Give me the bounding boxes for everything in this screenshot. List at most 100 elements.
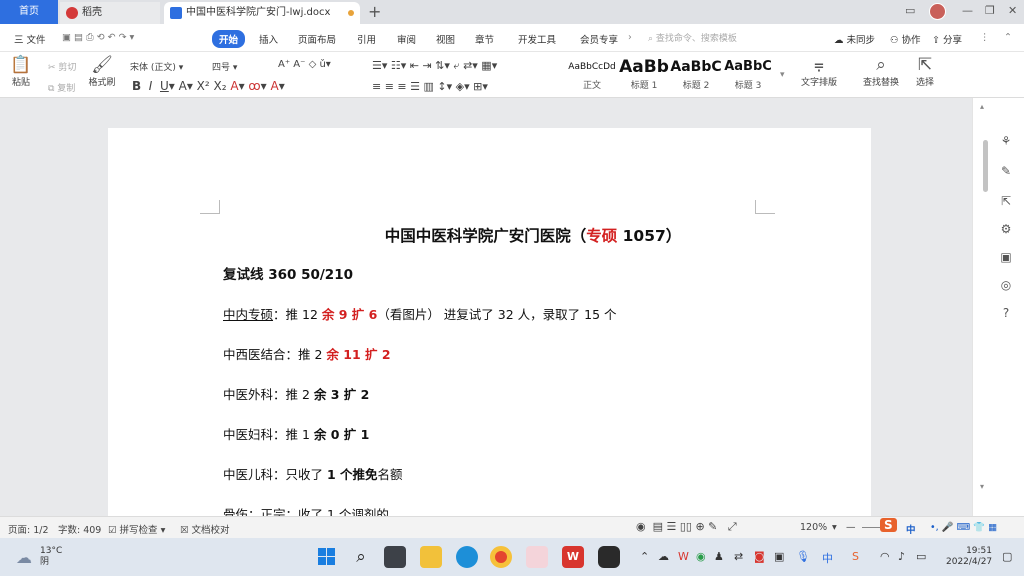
menu-tab-section[interactable]: 章节 (475, 32, 494, 46)
tray-app-icon[interactable]: ▣ (774, 550, 784, 563)
menu-tab-review[interactable]: 审阅 (397, 32, 416, 46)
assistant-icon[interactable]: ⚘ (999, 134, 1013, 148)
spell-check-toggle[interactable]: ☑ 拼写检查 ▾ (108, 522, 165, 536)
edit-pen-icon[interactable]: ✎ (999, 164, 1013, 178)
task-view-icon[interactable] (384, 546, 406, 568)
volume-icon[interactable]: ♪ (898, 550, 905, 563)
share-button[interactable]: ⇪ 分享 (932, 32, 962, 46)
margin-corner-right (755, 200, 775, 214)
spell-check-label: 拼写检查 (119, 525, 158, 536)
cloud-sync-icon[interactable]: ☁ (658, 550, 669, 563)
collapse-ribbon-icon[interactable]: ⌃ (1004, 32, 1012, 43)
sync-label: 未同步 (846, 35, 876, 46)
minimize-icon[interactable]: — (962, 4, 973, 17)
restore-icon[interactable]: ❐ (985, 4, 995, 17)
gynecology-remain: 余 0 扩 1 (313, 427, 370, 442)
menu-tab-developer[interactable]: 开发工具 (518, 32, 556, 46)
view-mode-icons[interactable]: ◉ ▤ ☰ ▯▯ ⊕ ✎ ⤢ (636, 520, 737, 534)
scroll-up-icon[interactable]: ▴ (980, 102, 984, 111)
menu-tab-view[interactable]: 视图 (436, 32, 455, 46)
wps-tray-icon[interactable]: W (678, 550, 689, 563)
screen-recorder-icon[interactable] (598, 546, 620, 568)
text-layout-button[interactable]: ⩦ 文字排版 (798, 55, 840, 88)
list-indent-icons[interactable]: ☰▾ ☷▾ ⇤ ⇥ ⇅▾ ⤶ ⇄▾ ▦▾ (372, 59, 497, 73)
menu-tab-references[interactable]: 引用 (357, 32, 376, 46)
quick-access-icons[interactable]: ▣ ▤ ⎙ ⟲ ↶ ↷ ▾ (62, 32, 134, 43)
style-heading-3[interactable]: AaBbC 标题 3 (722, 56, 774, 94)
menu-more-chevron-icon[interactable]: › (628, 32, 632, 43)
font-size-select[interactable]: 四号 ▾ (212, 60, 237, 73)
cut-button[interactable]: ✂ 剪切 (48, 60, 76, 73)
battery-icon[interactable]: ▭ (916, 550, 926, 563)
edge-browser-icon[interactable] (456, 546, 478, 568)
format-painter-button[interactable]: 🖌 格式刷 (86, 55, 118, 88)
weather-widget[interactable]: 13°C 阴 (40, 546, 62, 568)
command-search[interactable]: ⌕ 查找命令、搜索模板 (648, 31, 818, 45)
vertical-scrollbar[interactable]: ▴ ▾ (979, 102, 989, 512)
zoom-out-icon[interactable]: — (846, 522, 856, 533)
style-heading-1[interactable]: AaBb 标题 1 (618, 56, 670, 94)
image-tool-icon[interactable]: ▣ (999, 250, 1013, 264)
more-options-icon[interactable]: ⋮ (980, 32, 990, 43)
pinned-app-icon[interactable] (526, 546, 548, 568)
document-page[interactable]: 中国中医科学院广安门医院（专硕 1057） 复试线 360 50/210 中内专… (108, 128, 871, 516)
proofread-toggle[interactable]: ☒ 文档校对 (180, 522, 230, 536)
font-name-select[interactable]: 宋体 (正文) ▾ (130, 60, 208, 73)
ime-tray-indicator[interactable]: 中 (822, 550, 833, 566)
close-icon[interactable]: ✕ (1008, 4, 1017, 17)
wps-office-icon[interactable]: W (562, 546, 584, 568)
microphone-icon[interactable]: 🎙 (796, 550, 810, 563)
ime-chinese-indicator[interactable]: 中 (906, 522, 916, 536)
menu-file[interactable]: 三 文件 (14, 32, 46, 46)
tab-active-document[interactable]: 中国中医科学院广安门-lwj.docx (164, 2, 360, 24)
page-counter[interactable]: 页面: 1/2 (8, 522, 49, 536)
scroll-down-icon[interactable]: ▾ (980, 482, 984, 491)
avatar[interactable] (929, 3, 946, 20)
qq-icon[interactable]: ♟ (714, 550, 724, 563)
recorder-tray-icon[interactable]: ◙ (754, 550, 765, 563)
sogou-ime-icon[interactable]: S (880, 518, 897, 532)
tab-docer[interactable]: 稻壳 (60, 2, 160, 24)
zoom-dropdown-icon[interactable]: ▾ (832, 522, 837, 533)
windows-start-icon[interactable] (316, 546, 338, 568)
sogou-tray-icon[interactable]: S (852, 550, 859, 563)
font-style-buttons[interactable]: B I U▾ A▾ X² X₂ A▾ ꝏ▾ A▾ (132, 79, 285, 93)
style-heading-3-name: 标题 3 (734, 81, 762, 91)
settings-sliders-icon[interactable]: ⚙ (999, 222, 1013, 236)
collaborate-button[interactable]: ⚇ 协作 (890, 32, 921, 46)
paste-button[interactable]: 📋 粘贴 (8, 55, 34, 88)
styles-expand-icon[interactable]: ▾ (780, 70, 785, 80)
plus-icon[interactable]: + (368, 2, 381, 22)
style-heading-2[interactable]: AaBbC 标题 2 (670, 56, 722, 94)
chrome-browser-icon[interactable] (490, 546, 512, 568)
menu-tab-member[interactable]: 会员专享 (580, 32, 618, 46)
word-count[interactable]: 字数: 409 (58, 522, 101, 536)
copy-label: 复制 (57, 84, 76, 94)
style-normal[interactable]: AaBbCcDd 正文 (566, 56, 618, 94)
menu-tab-layout[interactable]: 页面布局 (298, 32, 336, 46)
search-icon[interactable]: ⌕ (350, 546, 372, 568)
ime-tool-icons[interactable]: •, 🎤 ⌨ 👕 ▦ (930, 522, 997, 533)
help-icon[interactable]: ? (999, 306, 1013, 320)
select-cursor-icon[interactable]: ⇱ (999, 194, 1013, 208)
menu-tab-home[interactable]: 开始 (212, 30, 246, 48)
system-clock[interactable]: 19:51 2022/4/27 (946, 546, 992, 568)
tab-home[interactable]: 首页 (0, 0, 58, 24)
tray-chevron-icon[interactable]: ⌃ (640, 550, 649, 563)
scrollbar-thumb[interactable] (983, 140, 988, 192)
zoom-level[interactable]: 120% (800, 522, 827, 533)
copy-button[interactable]: ⧉ 复制 (48, 81, 75, 94)
font-size-adjust-icons[interactable]: A⁺ A⁻ ◇ ǔ▾ (278, 59, 331, 70)
transfer-icon[interactable]: ⇄ (734, 550, 743, 563)
wechat-icon[interactable]: ◉ (696, 550, 706, 563)
notification-icon[interactable]: ▢ (1002, 550, 1012, 563)
alignment-icons[interactable]: ≡ ≡ ≡ ☰ ▥ ↕▾ ◈▾ ⊞▾ (372, 80, 488, 93)
sync-status[interactable]: ☁ 未同步 (834, 32, 875, 46)
find-replace-button[interactable]: ⌕ 查找替换 (858, 55, 904, 88)
location-icon[interactable]: ◎ (999, 278, 1013, 292)
select-button[interactable]: ⇱ 选择 (910, 55, 940, 88)
wifi-icon[interactable]: ◠ (880, 550, 890, 563)
menu-tab-insert[interactable]: 插入 (259, 32, 278, 46)
file-explorer-icon[interactable] (420, 546, 442, 568)
layout-toggle-icon[interactable]: ▭ (905, 4, 915, 17)
